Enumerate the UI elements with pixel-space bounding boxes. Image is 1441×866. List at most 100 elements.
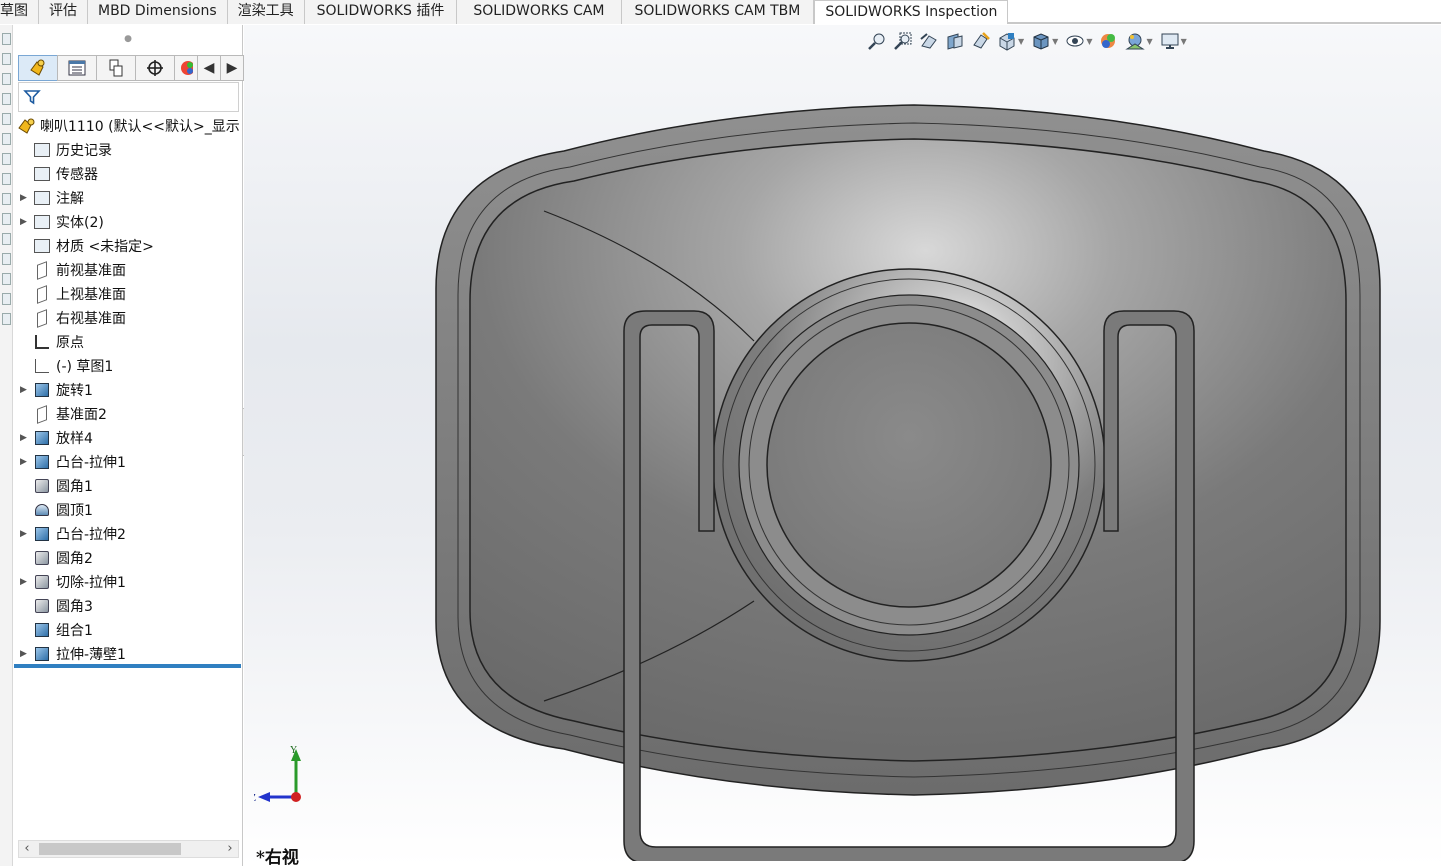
tab-solidworks-inspection[interactable]: SOLIDWORKS Inspection — [814, 0, 1009, 24]
strip-tool-icon[interactable] — [2, 313, 11, 325]
tab-solidworks-addins[interactable]: SOLIDWORKS 插件 — [304, 0, 458, 24]
edit-appearance-icon[interactable] — [1098, 31, 1120, 51]
tree-horizontal-scrollbar[interactable]: ‹ › — [18, 840, 239, 858]
tab-render-tools[interactable]: 渲染工具 — [227, 0, 305, 24]
expand-arrow-icon[interactable]: ▶ — [20, 457, 32, 467]
tree-item[interactable]: 基准面2 — [14, 402, 243, 426]
filter-icon[interactable] — [23, 88, 41, 106]
fillet-icon — [32, 597, 52, 615]
tree-item[interactable]: 原点 — [14, 330, 243, 354]
tree-item[interactable]: 材质 <未指定> — [14, 234, 243, 258]
coordinate-triad: Y Z — [254, 745, 301, 804]
zoom-to-fit-icon[interactable] — [866, 31, 888, 51]
apply-scene-icon[interactable] — [1124, 31, 1146, 51]
panel-grip-handle[interactable]: ● — [14, 25, 242, 53]
extrude-icon-glyph — [35, 527, 49, 541]
tab-display-manager[interactable] — [174, 55, 198, 81]
tab-property-manager[interactable] — [57, 55, 97, 81]
tree-item[interactable]: ▶ 凸台-拉伸2 — [14, 522, 243, 546]
dynamic-annotation-icon[interactable] — [970, 31, 992, 51]
scroll-right-arrow-icon[interactable]: › — [222, 841, 238, 856]
expand-arrow-icon[interactable]: ▶ — [20, 193, 32, 203]
strip-tool-icon[interactable] — [2, 173, 11, 185]
strip-tool-icon[interactable] — [2, 113, 11, 125]
tree-item[interactable]: 传感器 — [14, 162, 243, 186]
tab-scroll-left-button[interactable]: ◀ — [197, 55, 221, 81]
tree-item[interactable]: ▶ 切除-拉伸1 — [14, 570, 243, 594]
dome-icon — [32, 501, 52, 519]
strip-tool-icon[interactable] — [2, 33, 11, 45]
rollback-bar[interactable] — [14, 664, 241, 668]
tree-item[interactable]: 圆顶1 — [14, 498, 243, 522]
expand-arrow-icon[interactable]: ▶ — [20, 217, 32, 227]
strip-tool-icon[interactable] — [2, 213, 11, 225]
tree-item[interactable]: 右视基准面 — [14, 306, 243, 330]
tab-solidworks-cam-tbm[interactable]: SOLIDWORKS CAM TBM — [621, 0, 815, 24]
display-style-icon[interactable] — [1030, 31, 1052, 51]
tree-item[interactable]: 上视基准面 — [14, 282, 243, 306]
extrude-icon — [32, 453, 52, 471]
tab-feature-manager[interactable] — [18, 55, 58, 81]
tree-item[interactable]: 组合1 — [14, 618, 243, 642]
view-settings-icon[interactable] — [1159, 31, 1181, 51]
strip-tool-icon[interactable] — [2, 93, 11, 105]
tab-dimxpert-manager[interactable] — [135, 55, 175, 81]
tree-item[interactable]: 圆角3 — [14, 594, 243, 618]
previous-view-icon[interactable] — [918, 31, 940, 51]
history-icon — [32, 141, 52, 159]
chevron-down-icon[interactable]: ▼ — [1146, 37, 1152, 46]
tree-item[interactable]: 历史记录 — [14, 138, 243, 162]
horn-speaker-model[interactable] — [424, 101, 1384, 861]
strip-tool-icon[interactable] — [2, 293, 11, 305]
expand-arrow-icon[interactable]: ▶ — [20, 385, 32, 395]
strip-tool-icon[interactable] — [2, 133, 11, 145]
scroll-thumb[interactable] — [39, 843, 181, 855]
extrude-icon — [32, 525, 52, 543]
tab-sketch[interactable]: 草图 — [0, 0, 39, 24]
tab-scroll-right-button[interactable]: ▶ — [220, 55, 244, 81]
tree-item[interactable]: ▶ 旋转1 — [14, 378, 243, 402]
view-orientation-icon[interactable] — [996, 31, 1018, 51]
sketch-icon — [32, 357, 52, 375]
tree-item[interactable]: ▶ 凸台-拉伸1 — [14, 450, 243, 474]
tab-evaluate[interactable]: 评估 — [39, 0, 88, 24]
strip-tool-icon[interactable] — [2, 73, 11, 85]
expand-arrow-icon[interactable]: ▶ — [20, 649, 32, 659]
section-view-icon[interactable] — [944, 31, 966, 51]
hide-show-items-icon[interactable] — [1064, 31, 1086, 51]
tree-item[interactable]: ▶ 实体(2) — [14, 210, 243, 234]
strip-tool-icon[interactable] — [2, 273, 11, 285]
expand-arrow-icon[interactable]: ▶ — [20, 433, 32, 443]
tree-item[interactable]: 圆角1 — [14, 474, 243, 498]
strip-tool-icon[interactable] — [2, 253, 11, 265]
zoom-to-area-icon[interactable] — [892, 31, 914, 51]
tree-item[interactable]: ▶ 注解 — [14, 186, 243, 210]
graphics-area[interactable]: ▼ ▼ ▼ ▼ ▼ Y *右视 — [244, 25, 1441, 866]
tree-item[interactable]: 圆角2 — [14, 546, 243, 570]
expand-arrow-icon[interactable]: ▶ — [20, 577, 32, 587]
strip-tool-icon[interactable] — [2, 53, 11, 65]
tree-root-part[interactable]: 喇叭1110 (默认<<默认>_显示 — [14, 114, 243, 138]
tab-solidworks-cam[interactable]: SOLIDWORKS CAM — [457, 0, 622, 24]
tree-item[interactable]: 前视基准面 — [14, 258, 243, 282]
strip-tool-icon[interactable] — [2, 193, 11, 205]
strip-tool-icon[interactable] — [2, 233, 11, 245]
chevron-down-icon[interactable]: ▼ — [1018, 37, 1024, 46]
expand-arrow-icon[interactable]: ▶ — [20, 529, 32, 539]
tree-item[interactable]: ▶ 拉伸-薄壁1 — [14, 642, 243, 666]
tab-configuration-manager[interactable] — [96, 55, 136, 81]
tabbar-empty-space — [1008, 0, 1441, 23]
chevron-down-icon[interactable]: ▼ — [1052, 37, 1058, 46]
chevron-down-icon[interactable]: ▼ — [1181, 37, 1187, 46]
tree-item-label: 圆角3 — [56, 599, 93, 615]
chevron-down-icon[interactable]: ▼ — [1086, 37, 1092, 46]
tree-filter-box[interactable] — [18, 82, 239, 112]
tree-item-label: 放样4 — [56, 431, 93, 447]
tree-item[interactable]: ▶ 放样4 — [14, 426, 243, 450]
plane-icon — [32, 404, 52, 424]
tab-mbd-dimensions[interactable]: MBD Dimensions — [88, 0, 228, 24]
scroll-left-arrow-icon[interactable]: ‹ — [19, 841, 35, 856]
fillet-icon — [32, 549, 52, 567]
strip-tool-icon[interactable] — [2, 153, 11, 165]
tree-item[interactable]: (-) 草图1 — [14, 354, 243, 378]
